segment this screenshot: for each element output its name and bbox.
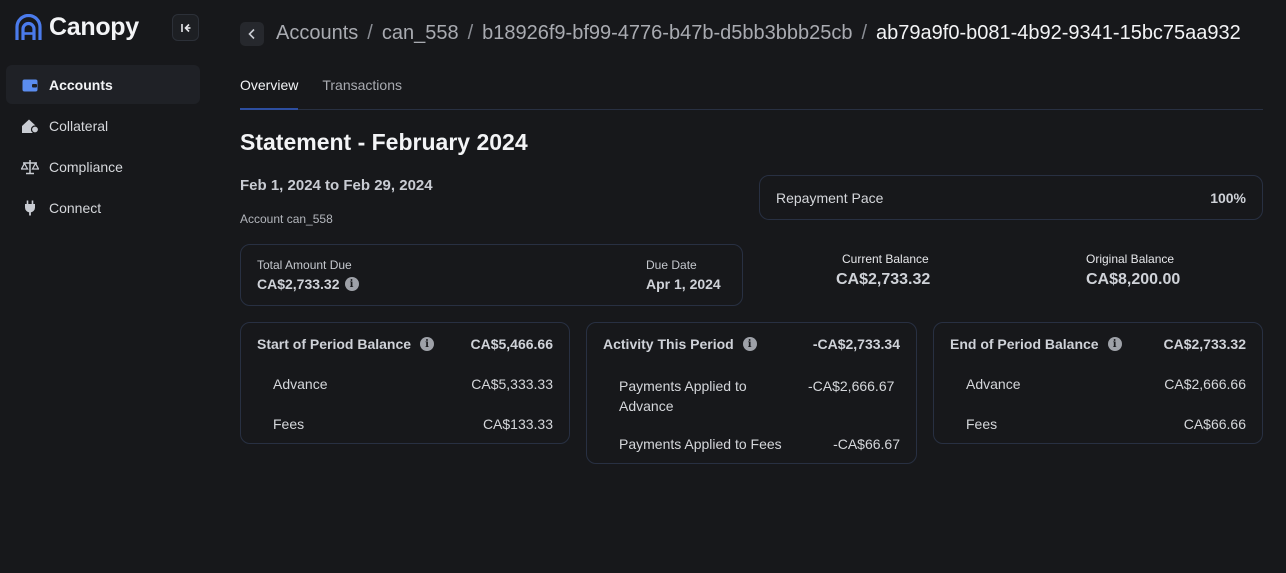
list-item: Advance CA$2,666.66 xyxy=(966,376,1246,392)
house-icon xyxy=(21,117,39,135)
card-title-text: End of Period Balance xyxy=(950,336,1099,352)
current-balance: Current Balance CA$2,733.32 xyxy=(836,252,930,289)
sidebar-item-label: Compliance xyxy=(49,158,123,175)
amount-due-card: Total Amount Due CA$2,733.32 i Due Date … xyxy=(240,244,743,306)
account-label: Account can_558 xyxy=(240,212,333,226)
row-label: Payments Applied to Advance xyxy=(619,378,747,414)
due-date-value: Apr 1, 2024 xyxy=(646,276,721,292)
row-value: -CA$66.67 xyxy=(833,436,900,452)
original-balance: Original Balance CA$8,200.00 xyxy=(1086,252,1180,289)
repayment-pace-label: Repayment Pace xyxy=(776,189,884,206)
card-total: CA$5,466.66 xyxy=(470,336,553,352)
brand[interactable]: Canopy xyxy=(14,13,139,42)
original-balance-label: Original Balance xyxy=(1086,252,1175,266)
row-label: Fees xyxy=(966,416,998,432)
tab-overview[interactable]: Overview xyxy=(240,74,299,110)
sidebar-item-connect[interactable]: Connect xyxy=(6,188,200,227)
brand-name: Canopy xyxy=(49,13,139,41)
total-due-amount: CA$2,733.32 xyxy=(257,276,340,292)
collapse-sidebar-button[interactable] xyxy=(172,14,199,41)
row-label: Advance xyxy=(966,376,1021,392)
canopy-logo-icon xyxy=(15,14,42,40)
card-header: Activity This Period i -CA$2,733.34 xyxy=(603,336,900,352)
tab-bar: Overview Transactions xyxy=(240,74,1263,110)
repayment-pace-value: 100% xyxy=(1210,189,1246,206)
row-value: CA$5,333.33 xyxy=(471,376,553,392)
row-value: -CA$2,666.67 xyxy=(808,378,895,394)
card-total: CA$2,733.32 xyxy=(1163,336,1246,352)
tab-transactions[interactable]: Transactions xyxy=(322,74,402,109)
due-date-label: Due Date xyxy=(646,258,697,272)
sidebar-item-label: Collateral xyxy=(49,117,109,134)
row-label: Payments Applied to Fees xyxy=(619,436,782,452)
row-value: CA$66.66 xyxy=(1183,416,1246,432)
list-item: Fees CA$66.66 xyxy=(966,416,1246,432)
repayment-pace-card: Repayment Pace 100% xyxy=(759,175,1263,220)
total-due-value: CA$2,733.32 i xyxy=(257,276,359,292)
card-title: End of Period Balance i xyxy=(950,336,1122,352)
sidebar-item-label: Accounts xyxy=(49,76,113,93)
breadcrumb-statement-id: ab79a9f0-b081-4b92-9341-15bc75aa932 xyxy=(876,22,1241,44)
sidebar: Canopy Accounts Collateral Compliance Co… xyxy=(0,0,216,573)
row-value: CA$133.33 xyxy=(482,416,553,432)
wallet-icon xyxy=(21,76,39,94)
sidebar-item-accounts[interactable]: Accounts xyxy=(6,65,200,104)
start-of-period-card: Start of Period Balance i CA$5,466.66 Ad… xyxy=(240,322,570,444)
info-icon[interactable]: i xyxy=(344,277,359,291)
back-button[interactable] xyxy=(240,21,264,46)
card-title-text: Start of Period Balance xyxy=(257,336,412,352)
end-of-period-card: End of Period Balance i CA$2,733.32 Adva… xyxy=(933,322,1263,444)
row-label: Advance xyxy=(273,376,328,392)
total-due-label: Total Amount Due xyxy=(257,258,352,272)
info-icon[interactable]: i xyxy=(742,337,757,351)
plug-icon xyxy=(21,199,39,217)
activity-this-period-card: Activity This Period i -CA$2,733.34 Paym… xyxy=(586,322,917,464)
breadcrumb-account-id[interactable]: can_558 xyxy=(382,22,459,45)
card-title: Start of Period Balance i xyxy=(257,336,435,352)
info-icon[interactable]: i xyxy=(420,337,435,351)
card-header: Start of Period Balance i CA$5,466.66 xyxy=(257,336,553,352)
current-balance-label: Current Balance xyxy=(842,252,929,266)
card-title: Activity This Period i xyxy=(603,336,757,352)
breadcrumb-separator: / xyxy=(467,22,474,44)
breadcrumb-separator: / xyxy=(367,22,373,44)
main-content: Accounts / can_558 / b18926f9-bf99-4776-… xyxy=(240,0,1286,573)
chevron-left-icon xyxy=(248,28,255,39)
breadcrumb-separator: / xyxy=(861,22,868,44)
list-item: Advance CA$5,333.33 xyxy=(273,376,553,392)
sidebar-nav: Accounts Collateral Compliance Connect xyxy=(6,65,200,229)
sidebar-item-compliance[interactable]: Compliance xyxy=(6,147,200,186)
list-item: Fees CA$133.33 xyxy=(273,416,553,432)
card-header: End of Period Balance i CA$2,733.32 xyxy=(950,336,1246,352)
sidebar-item-collateral[interactable]: Collateral xyxy=(6,106,200,145)
page-title: Statement - February 2024 xyxy=(240,129,528,155)
list-item: Payments Applied to Advance -CA$2,666.67 xyxy=(619,376,900,416)
collapse-left-icon xyxy=(180,23,190,32)
list-item: Payments Applied to Fees -CA$66.67 xyxy=(619,436,900,452)
sidebar-item-label: Connect xyxy=(49,199,102,216)
info-icon[interactable]: i xyxy=(1107,337,1122,351)
card-title-text: Activity This Period xyxy=(603,336,734,352)
card-total: -CA$2,733.34 xyxy=(812,336,900,352)
statement-period: Feb 1, 2024 to Feb 29, 2024 xyxy=(240,177,433,194)
scale-icon xyxy=(21,158,39,176)
original-balance-value: CA$8,200.00 xyxy=(1086,271,1181,288)
breadcrumb-line-item-id[interactable]: b18926f9-bf99-4776-b47b-d5bb3bbb25cb xyxy=(482,22,852,45)
breadcrumb: Accounts / can_558 / b18926f9-bf99-4776-… xyxy=(240,20,1241,47)
row-label: Fees xyxy=(273,416,305,432)
current-balance-value: CA$2,733.32 xyxy=(836,271,931,288)
row-value: CA$2,666.66 xyxy=(1164,376,1246,392)
breadcrumb-accounts[interactable]: Accounts xyxy=(276,22,358,45)
